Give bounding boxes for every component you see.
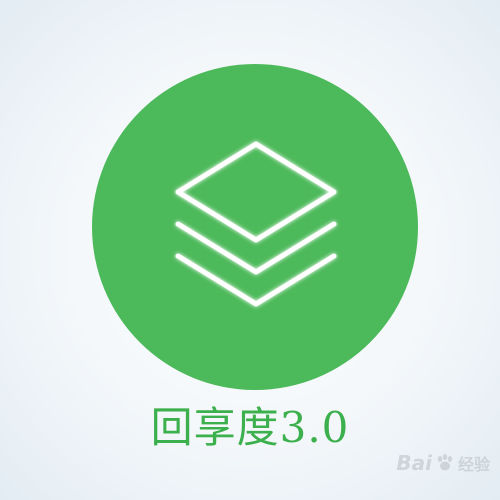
layers-icon — [175, 141, 337, 307]
watermark-brand-left: Bai — [396, 451, 432, 475]
watermark-brand-right: 经验 — [457, 455, 490, 474]
layer-middle — [175, 221, 337, 275]
paw-icon — [437, 454, 453, 471]
layer-bottom — [175, 253, 337, 307]
baidu-jingyan-watermark: Bai 经验 — [396, 448, 490, 478]
layer-top — [175, 141, 337, 243]
